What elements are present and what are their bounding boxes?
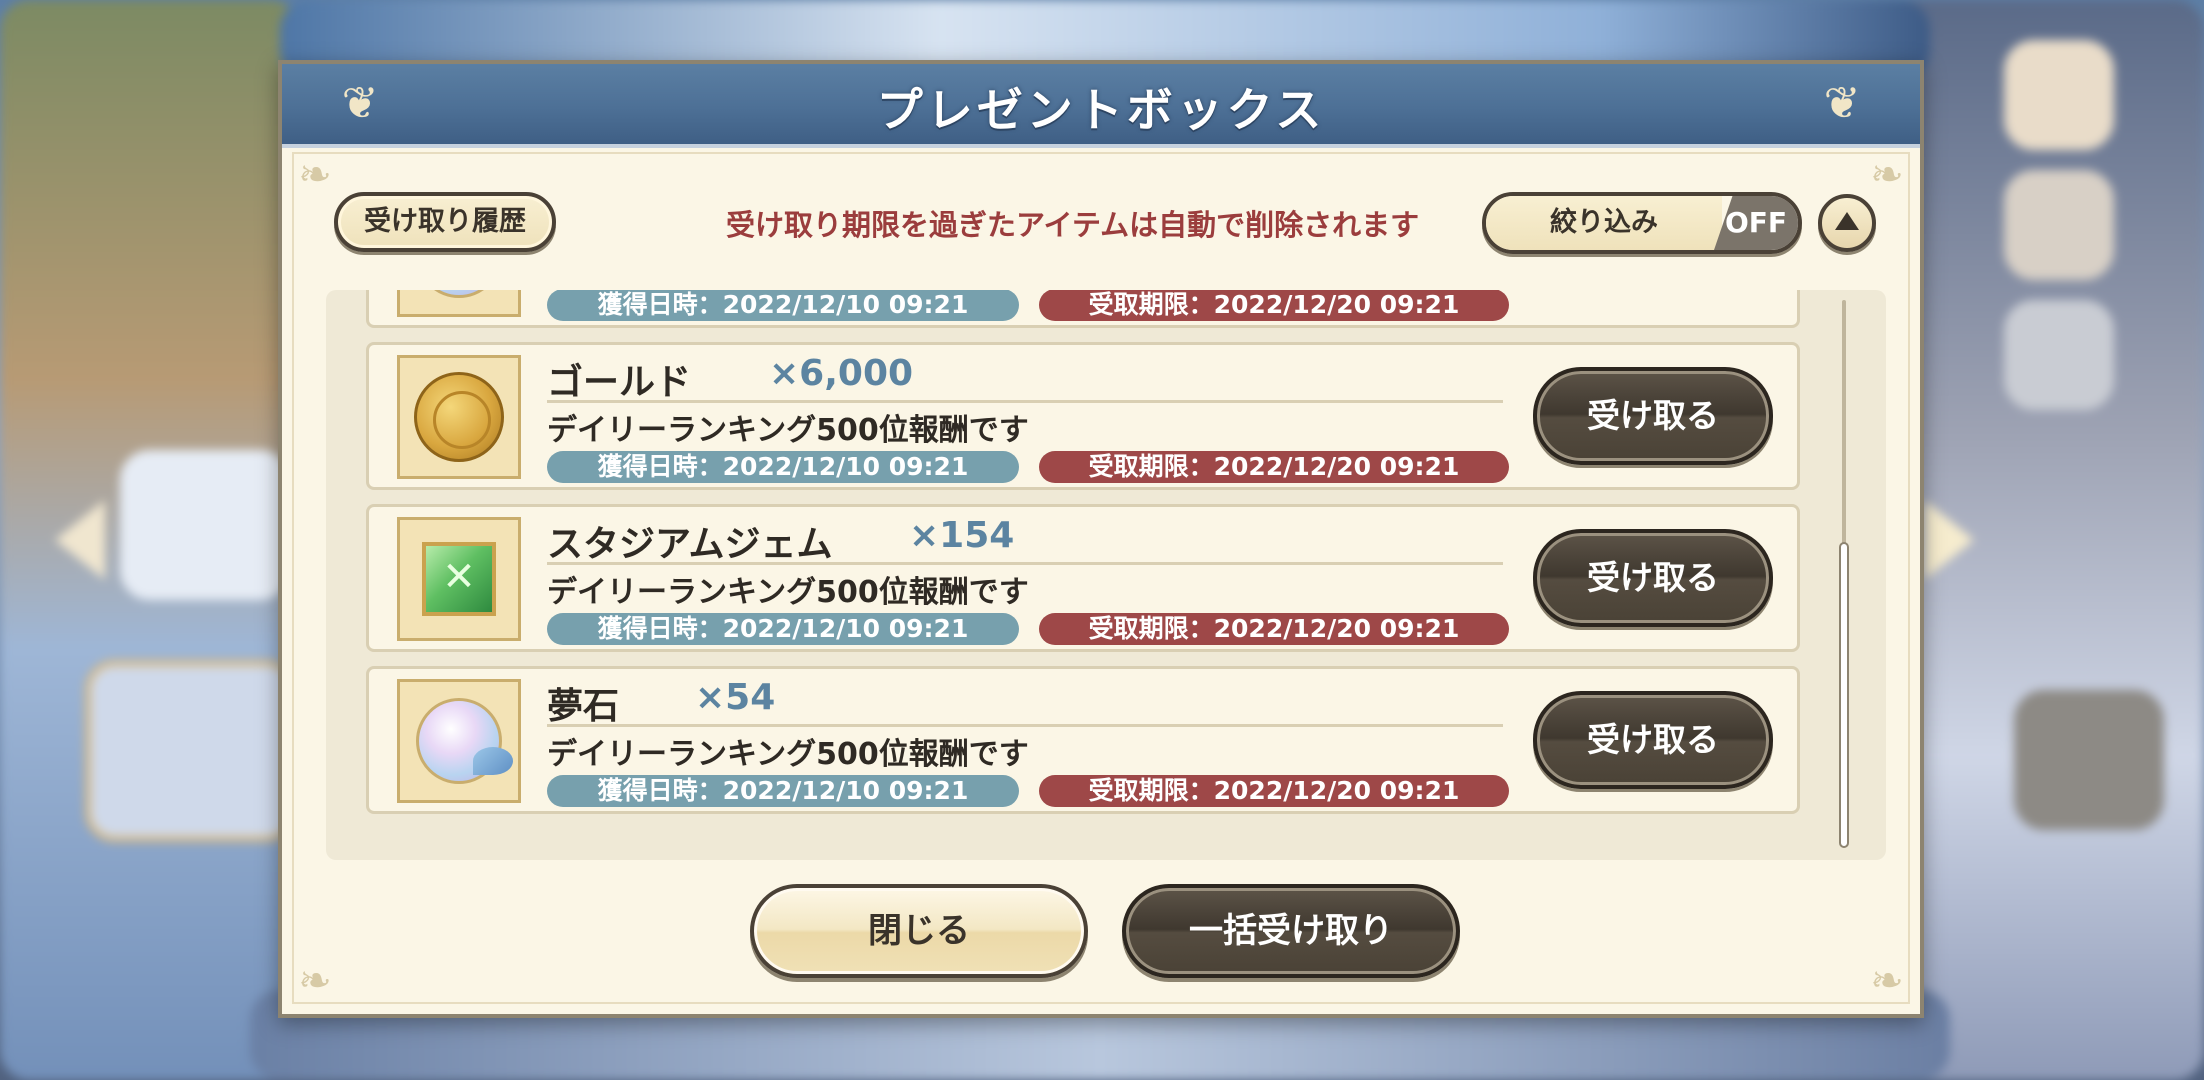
background-menu-icon — [2014, 690, 2164, 830]
acquired-date: 獲得日時：2022/12/10 09:21 — [547, 775, 1019, 807]
item-icon-frame — [397, 355, 521, 479]
expiry-date: 受取期限：2022/12/20 09:21 — [1039, 613, 1509, 645]
stadium-gem-icon — [422, 542, 496, 616]
background-right-arrow-icon — [1924, 500, 1974, 580]
flourish-ornament-icon: ❦ — [1823, 78, 1861, 129]
acquired-date: 獲得日時：2022/12/10 09:21 — [547, 613, 1019, 645]
acquired-date: 獲得日時：2022/12/10 09:21 — [547, 451, 1019, 483]
item-name: 夢石 — [547, 686, 620, 727]
item-quantity: ×54 — [695, 677, 776, 718]
background-menu-icon — [2004, 300, 2114, 410]
claim-button[interactable]: 受け取る — [1533, 367, 1773, 465]
gift-row: ゴールド ×6,000 デイリーランキング500位報酬です 獲得日時：2022/… — [366, 342, 1800, 490]
filter-state: OFF — [1714, 196, 1798, 250]
modal-title: プレゼントボックス — [876, 83, 1326, 137]
claim-button[interactable]: 受け取る — [1533, 529, 1773, 627]
expiry-date: 受取期限：2022/12/20 09:21 — [1039, 775, 1509, 807]
receive-history-button[interactable]: 受け取り履歴 — [334, 192, 556, 252]
triangle-up-icon — [1835, 212, 1859, 230]
gift-list[interactable]: 獲得日時：2022/12/10 09:21 受取期限：2022/12/20 09… — [326, 290, 1886, 860]
item-description: デイリーランキング500位報酬です — [547, 575, 1029, 610]
close-button[interactable]: 閉じる — [750, 884, 1088, 978]
background-menu-icon — [2004, 40, 2114, 150]
item-description: デイリーランキング500位報酬です — [547, 413, 1029, 448]
acquired-date: 獲得日時：2022/12/10 09:21 — [547, 290, 1019, 321]
corner-ornament-icon: ❧ — [1870, 152, 1904, 198]
corner-ornament-icon: ❧ — [1870, 958, 1904, 1004]
corner-ornament-icon: ❧ — [298, 152, 332, 198]
filter-toggle[interactable]: 絞り込み OFF — [1482, 192, 1802, 254]
item-icon-frame — [397, 517, 521, 641]
dream-stone-icon — [416, 290, 502, 298]
filter-label: 絞り込み — [1486, 196, 1722, 250]
claim-button[interactable]: 受け取る — [1533, 691, 1773, 789]
gift-row: 夢石 ×54 デイリーランキング500位報酬です 獲得日時：2022/12/10… — [366, 666, 1800, 814]
item-icon-frame — [397, 679, 521, 803]
item-quantity: ×6,000 — [769, 353, 914, 394]
background-left-arrow-icon — [55, 500, 105, 580]
scrollbar-thumb[interactable] — [1839, 542, 1849, 848]
background-menu-icon — [2004, 170, 2114, 280]
row-divider — [547, 724, 1503, 727]
present-box-modal: ❦ プレゼントボックス ❦ ❧ ❧ ❧ ❧ 受け取り履歴 受け取り期限を過ぎたア… — [278, 60, 1924, 1018]
item-name: ゴールド — [547, 362, 692, 403]
row-divider — [547, 562, 1503, 565]
item-description: デイリーランキング500位報酬です — [547, 737, 1029, 772]
collapse-button[interactable] — [1818, 194, 1876, 252]
corner-ornament-icon: ❧ — [298, 958, 332, 1004]
expiry-date: 受取期限：2022/12/20 09:21 — [1039, 290, 1509, 321]
claim-all-button[interactable]: 一括受け取り — [1122, 884, 1460, 978]
modal-title-bar: ❦ プレゼントボックス ❦ — [282, 64, 1920, 148]
gift-row: スタジアムジェム ×154 デイリーランキング500位報酬です 獲得日時：202… — [366, 504, 1800, 652]
expiry-notice: 受け取り期限を過ぎたアイテムは自動で削除されます — [726, 208, 1420, 242]
background-card — [85, 660, 297, 842]
gift-row: 獲得日時：2022/12/10 09:21 受取期限：2022/12/20 09… — [366, 290, 1800, 328]
expiry-date: 受取期限：2022/12/20 09:21 — [1039, 451, 1509, 483]
row-divider — [547, 400, 1503, 403]
item-quantity: ×154 — [909, 515, 1015, 556]
gold-coin-icon — [414, 372, 504, 462]
background-dialog — [120, 450, 290, 600]
item-name: スタジアムジェム — [547, 524, 833, 565]
dream-stone-icon — [416, 698, 513, 784]
item-icon-frame — [397, 290, 521, 317]
